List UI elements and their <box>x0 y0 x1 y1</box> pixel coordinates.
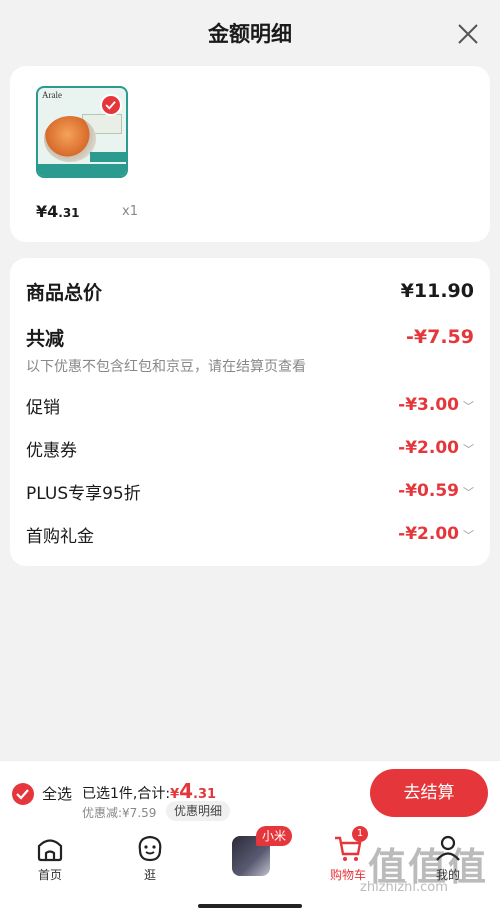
coupon-value: -¥2.00 <box>398 438 459 458</box>
product-band <box>38 164 126 176</box>
amount-decimal: .31 <box>193 787 217 802</box>
product-quantity: x1 <box>122 204 138 219</box>
promo-label: 促销 <box>26 397 60 418</box>
select-all-label[interactable]: 全选 <box>42 783 72 804</box>
checkout-bar: 全选 已选1件,合计:¥4.31 优惠减:¥7.59 优惠明细 去结算 <box>0 760 500 824</box>
discount-total-label: 共减 <box>26 327 65 350</box>
cart-badge: 1 <box>352 826 368 842</box>
amount-symbol: ¥ <box>170 787 180 802</box>
product-price: ¥4.31 <box>36 202 80 221</box>
tab-home[interactable]: 首页 <box>20 832 80 883</box>
home-icon <box>37 839 63 862</box>
product-brand: Arale <box>42 90 62 100</box>
first-purchase-value: -¥2.00 <box>398 524 459 544</box>
discount-summary: 优惠减:¥7.59 <box>82 806 157 820</box>
coupon-row[interactable]: 优惠券 -¥2.00 ﹀ <box>26 435 474 461</box>
plus-discount-value: -¥0.59 <box>398 481 459 501</box>
total-row: 商品总价 ¥11.90 <box>26 278 474 304</box>
discount-total-row: 共减 -¥7.59 <box>26 324 474 350</box>
product-image[interactable]: Arale <box>36 86 128 178</box>
plus-discount-row[interactable]: PLUS专享95折 -¥0.59 ﹀ <box>26 478 474 504</box>
coupon-label: 优惠券 <box>26 440 77 461</box>
promo-tag[interactable]: 小米 <box>256 826 293 846</box>
page-title: 金额明细 <box>208 22 292 46</box>
tab-explore-label: 逛 <box>143 868 156 882</box>
promo-row[interactable]: 促销 -¥3.00 ﹀ <box>26 392 474 418</box>
discount-detail-button[interactable]: 优惠明细 <box>166 801 231 821</box>
amount-main: 4 <box>179 779 194 803</box>
chevron-down-icon: ﹀ <box>463 443 474 456</box>
first-purchase-row[interactable]: 首购礼金 -¥2.00 ﹀ <box>26 521 474 547</box>
noodle-bowl <box>44 116 96 162</box>
product-ribbon <box>90 152 126 162</box>
chevron-down-icon: ﹀ <box>463 529 474 542</box>
selected-check-icon[interactable] <box>100 94 122 116</box>
select-all-check-icon[interactable] <box>12 783 34 805</box>
tab-explore[interactable]: 逛 <box>120 832 180 883</box>
product-price-main: ¥4 <box>36 202 59 221</box>
product-price-decimal: .31 <box>58 206 80 220</box>
selected-prefix: 已选1件,合计: <box>82 786 171 802</box>
promo-value: -¥3.00 <box>398 395 459 415</box>
selected-summary: 已选1件,合计:¥4.31 <box>82 779 216 803</box>
tab-home-label: 首页 <box>37 868 62 882</box>
chevron-down-icon: ﹀ <box>463 400 474 413</box>
plus-discount-label: PLUS专享95折 <box>26 483 141 504</box>
chevron-down-icon: ﹀ <box>463 486 474 499</box>
discount-total-value: -¥7.59 <box>406 326 474 348</box>
home-indicator <box>198 904 302 908</box>
explore-face-icon <box>138 835 162 862</box>
close-icon[interactable] <box>456 22 480 46</box>
product-card: Arale ¥4.31 x1 <box>10 66 490 242</box>
checkout-button[interactable]: 去结算 <box>370 769 488 817</box>
watermark-text: zhizhizhi.com <box>360 880 448 895</box>
first-purchase-label: 首购礼金 <box>26 526 94 547</box>
header: 金额明细 <box>0 0 500 64</box>
total-value: ¥11.90 <box>400 280 474 302</box>
amount-detail-card: 商品总价 ¥11.90 共减 -¥7.59 以下优惠不包含红包和京豆，请在结算页… <box>10 258 490 566</box>
total-label: 商品总价 <box>26 281 103 304</box>
discount-note: 以下优惠不包含红包和京豆，请在结算页查看 <box>26 359 306 375</box>
